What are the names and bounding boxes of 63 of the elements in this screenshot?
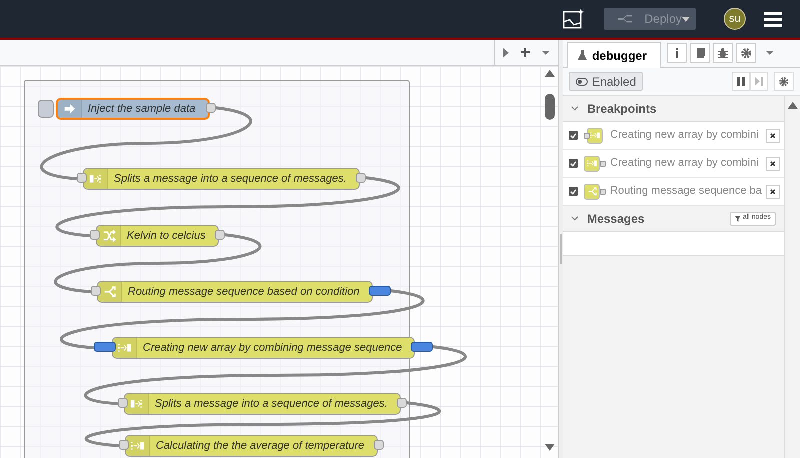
breakpoint-port[interactable] bbox=[94, 342, 116, 352]
flow-node[interactable]: Kelvin to celcius bbox=[96, 225, 219, 247]
inject-button[interactable] bbox=[38, 100, 54, 118]
deploy-icon bbox=[618, 13, 633, 25]
scroll-up-icon[interactable] bbox=[788, 102, 798, 109]
breakpoint-label: Routing message sequence ba bbox=[610, 184, 762, 200]
enabled-toggle[interactable]: Enabled bbox=[569, 72, 644, 91]
breakpoint-label: Creating new array by combini bbox=[610, 128, 760, 144]
flow-canvas[interactable] bbox=[0, 66, 558, 458]
pause-button[interactable] bbox=[732, 72, 750, 91]
close-icon bbox=[770, 188, 776, 194]
step-icon bbox=[755, 77, 763, 86]
branch-icon bbox=[102, 284, 116, 300]
filter-icon bbox=[734, 216, 741, 222]
caret-icon bbox=[682, 16, 690, 22]
node-port[interactable] bbox=[91, 286, 101, 296]
caret-icon[interactable] bbox=[766, 51, 774, 55]
breakpoint-port[interactable] bbox=[368, 286, 391, 296]
flow-node[interactable]: Splits a message into a sequence of messages. bbox=[83, 168, 360, 190]
book-button[interactable] bbox=[690, 43, 710, 63]
flow-node[interactable]: Creating new array by combining message sequence bbox=[112, 337, 416, 359]
node-port[interactable] bbox=[90, 230, 100, 240]
info-button[interactable] bbox=[667, 43, 688, 63]
caret-icon[interactable] bbox=[542, 50, 550, 54]
node-port[interactable] bbox=[119, 440, 129, 450]
node-port[interactable] bbox=[118, 398, 128, 408]
flask-icon bbox=[578, 50, 588, 61]
scroll-right-icon[interactable] bbox=[503, 48, 510, 58]
checkbox[interactable] bbox=[569, 187, 578, 196]
shuffle-icon bbox=[102, 228, 116, 244]
book-icon bbox=[695, 48, 706, 58]
flow-node[interactable]: Splits a message into a sequence of messages. bbox=[124, 393, 401, 415]
settings-icon bbox=[779, 76, 789, 86]
close-icon bbox=[770, 160, 776, 166]
node-port[interactable] bbox=[77, 173, 87, 183]
debugger-tab[interactable]: debugger bbox=[567, 42, 662, 68]
resize-handle[interactable] bbox=[560, 234, 562, 264]
scrollbar-thumb[interactable] bbox=[545, 94, 556, 120]
add-icon[interactable] bbox=[521, 48, 530, 57]
chevron-icon bbox=[571, 105, 580, 112]
remove-button[interactable] bbox=[766, 184, 780, 198]
info-icon bbox=[675, 48, 680, 58]
checkbox[interactable] bbox=[569, 131, 578, 140]
flow-node[interactable]: Calculating the the average of temperature bbox=[125, 435, 378, 457]
settings-button[interactable] bbox=[774, 72, 794, 91]
bug-button[interactable] bbox=[713, 43, 734, 63]
flow-node[interactable]: Inject the sample data bbox=[56, 98, 210, 120]
flow-node[interactable]: Routing message sequence based on condition bbox=[97, 281, 373, 303]
menu-icon[interactable] bbox=[764, 12, 782, 26]
settings-button[interactable] bbox=[736, 43, 756, 63]
user-avatar[interactable]: su bbox=[724, 8, 746, 30]
settings-icon bbox=[740, 48, 752, 58]
bug-icon bbox=[718, 48, 728, 58]
remove-button[interactable] bbox=[766, 156, 780, 170]
remove-button[interactable] bbox=[766, 128, 780, 142]
chevron-icon bbox=[571, 215, 580, 222]
toggle-icon bbox=[576, 78, 588, 86]
close-icon bbox=[770, 132, 776, 138]
checkbox[interactable] bbox=[569, 159, 578, 168]
chart-sparkle-icon[interactable] bbox=[562, 8, 586, 30]
breakpoint-label: Creating new array by combini bbox=[610, 156, 760, 172]
breakpoint-port[interactable] bbox=[411, 342, 434, 352]
pause-icon bbox=[737, 77, 745, 86]
